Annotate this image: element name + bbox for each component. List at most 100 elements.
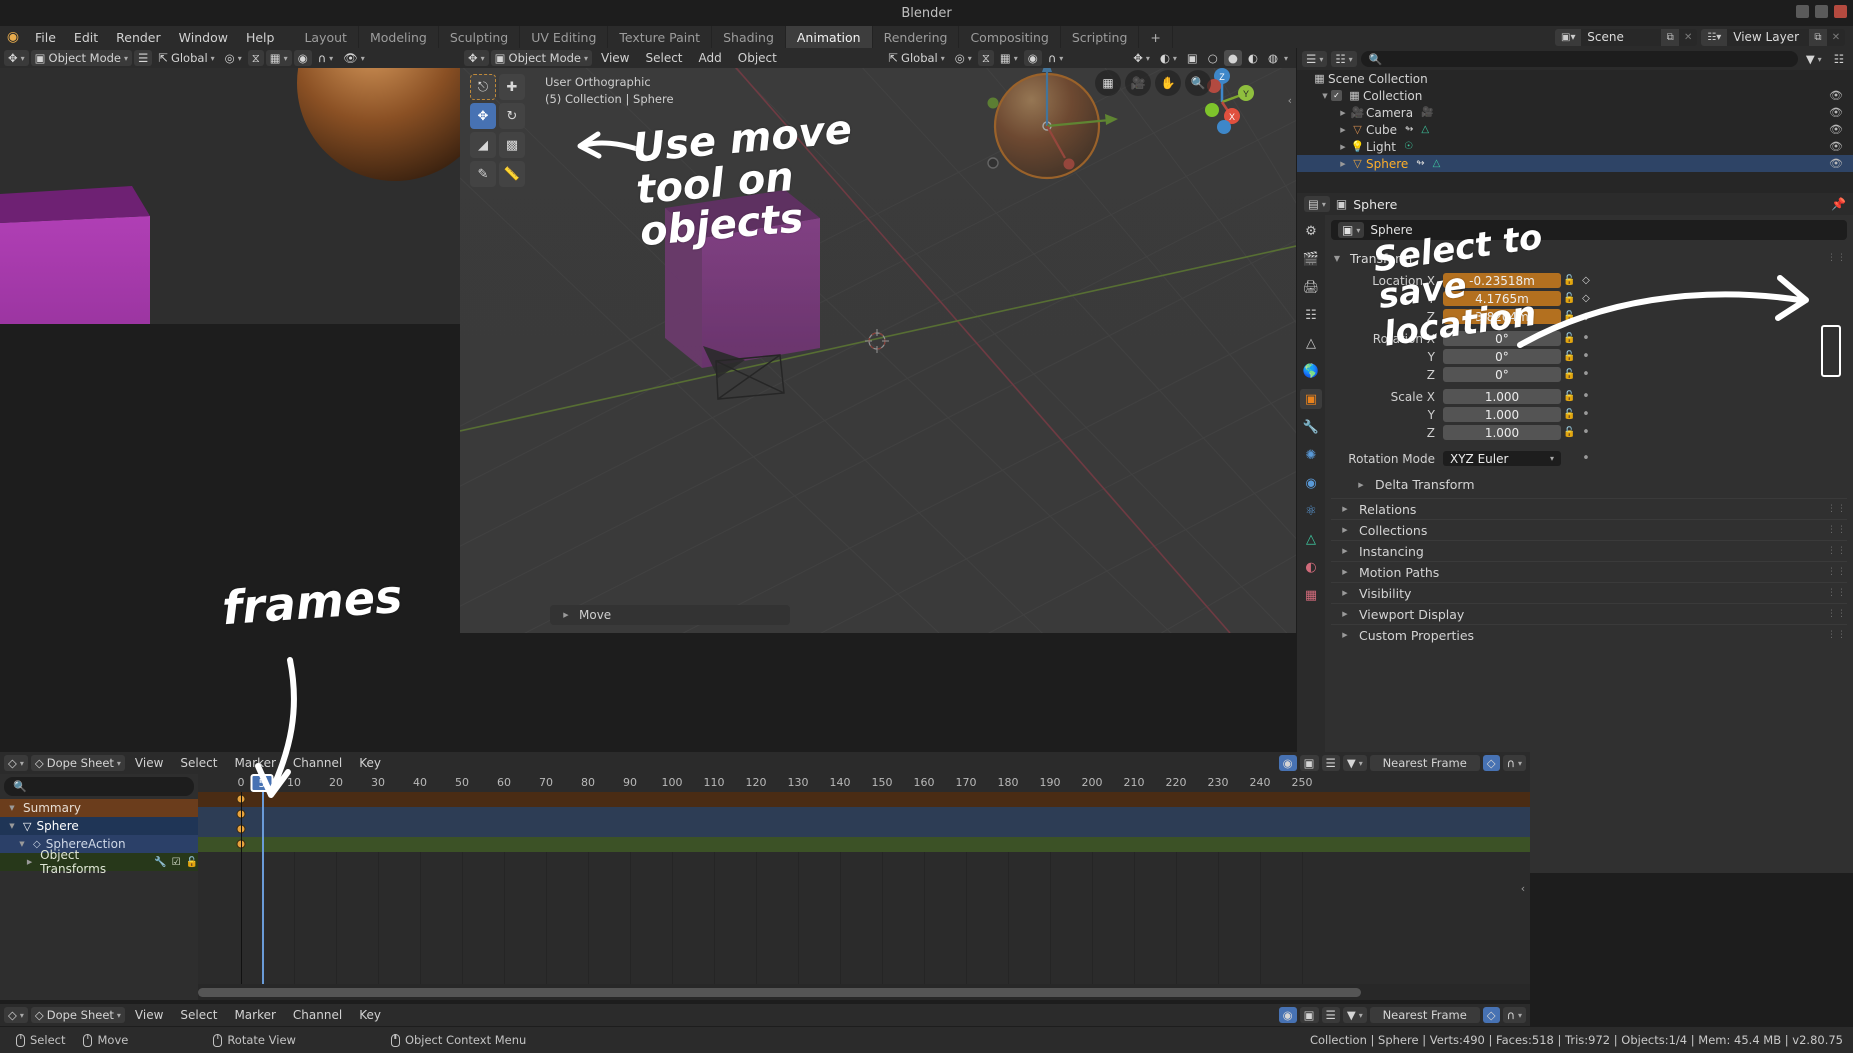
keyframe-row-object-transforms[interactable] xyxy=(198,837,1530,852)
chevron-right-icon[interactable]: ▶ xyxy=(1337,143,1349,151)
dopesheet2-menu-view[interactable]: View xyxy=(128,1008,170,1022)
outliner-display-mode-icon[interactable]: ☷ ▾ xyxy=(1331,51,1357,67)
lock-icon[interactable]: 🔓 xyxy=(1561,351,1578,362)
field-value[interactable]: 0° xyxy=(1443,349,1561,364)
new-collection-icon[interactable]: ☷ xyxy=(1830,51,1848,67)
field-rotation-mode[interactable]: Rotation Mode XYZ Euler ▾ 🔓 • xyxy=(1331,449,1847,468)
gizmo-icon[interactable]: ✥ ▾ xyxy=(1129,50,1154,66)
camera-data-icon[interactable]: 🎥 xyxy=(1421,107,1433,118)
drag-handle-icon[interactable]: ⋮⋮ xyxy=(1827,588,1847,598)
keyframe-dot-icon[interactable]: • xyxy=(1578,452,1594,465)
properties-tab-data[interactable]: △ xyxy=(1300,529,1322,549)
tool-measure[interactable]: 📏 xyxy=(499,161,525,187)
transform-panel-header[interactable]: ▼ Transform ⋮⋮ xyxy=(1331,248,1847,268)
dopesheet-menu-channel[interactable]: Channel xyxy=(286,756,349,770)
viewlayer-selector[interactable]: ☷▾ View Layer ⧉ ✕ xyxy=(1701,28,1845,46)
left-mode-selector[interactable]: ▣ Object Mode ▾ xyxy=(30,50,132,66)
field-location-y[interactable]: Y 4.1765m 🔓 ◇ xyxy=(1331,290,1847,307)
drag-handle-icon[interactable]: ⋮⋮ xyxy=(1827,609,1847,619)
dopesheet-mode-selector[interactable]: ◇ Dope Sheet ▾ xyxy=(30,755,125,771)
dopesheet2-only-selected-icon[interactable]: ▣ xyxy=(1299,1007,1319,1023)
mesh-data-icon[interactable]: △ xyxy=(1421,124,1429,135)
grid-overlay-icon[interactable]: ▦ xyxy=(1095,70,1121,96)
properties-tab-constraints[interactable]: ⚛ xyxy=(1300,501,1322,521)
outliner-row-collection[interactable]: ▼ ✓ ▦ Collection 👁 xyxy=(1297,87,1853,104)
chevron-down-icon[interactable]: ▼ xyxy=(16,840,28,848)
blender-logo-icon[interactable]: ◉ xyxy=(0,29,26,45)
drag-handle-icon[interactable]: ⋮⋮ xyxy=(1827,504,1847,514)
dope-sheet-keyframe-area[interactable]: ‹ xyxy=(198,792,1530,984)
mesh-data-icon[interactable]: △ xyxy=(1433,158,1441,169)
properties-tab-modifiers[interactable]: 🔧 xyxy=(1300,417,1322,437)
keyframe-dot-icon[interactable]: • xyxy=(1578,368,1594,381)
left-preview-viewport[interactable] xyxy=(0,68,460,486)
properties-tab-object[interactable]: ▣ xyxy=(1300,389,1322,409)
channel-lock-icon[interactable]: 🔓 xyxy=(186,857,198,868)
drag-handle-icon[interactable]: ⋮⋮ xyxy=(1827,253,1847,263)
dopesheet-menu-select[interactable]: Select xyxy=(173,756,224,770)
properties-tab-tool[interactable]: ⚙ xyxy=(1300,221,1322,241)
magnet-icon[interactable]: ⧖ xyxy=(247,50,264,66)
chevron-down-icon[interactable]: ▼ xyxy=(1319,92,1331,100)
close-button[interactable] xyxy=(1834,5,1847,18)
chevron-right-icon[interactable]: ▶ xyxy=(24,858,35,866)
tab-uv-editing[interactable]: UV Editing xyxy=(520,26,609,48)
panel-viewport-display[interactable]: ▶ Viewport Display ⋮⋮ xyxy=(1331,603,1847,624)
properties-tab-view-layer[interactable]: ☷ xyxy=(1300,305,1322,325)
outliner-row-sphere[interactable]: ▶ ▽ Sphere ↬ △ 👁 xyxy=(1297,155,1853,172)
field-rotation-y[interactable]: Y 0° 🔓 • xyxy=(1331,348,1847,365)
new-scene-button[interactable]: ⧉ xyxy=(1661,28,1680,46)
viewport-proportional-edit-icon[interactable]: ◉ xyxy=(1023,50,1042,66)
operator-panel[interactable]: ▶ Move xyxy=(550,605,790,625)
new-layer-button[interactable]: ⧉ xyxy=(1809,28,1827,46)
field-location-z[interactable]: Z 3.8204m 🔓 ◇ xyxy=(1331,308,1847,325)
shading-material-preview-icon[interactable]: ◐ xyxy=(1244,50,1262,66)
panel-custom-properties[interactable]: ▶ Custom Properties ⋮⋮ xyxy=(1331,624,1847,645)
dopesheet-show-hidden-icon[interactable]: ☰ xyxy=(1321,755,1340,771)
modifier-icon[interactable]: 🔧 xyxy=(154,857,166,868)
visibility-eye-icon[interactable]: 👁 xyxy=(1829,157,1843,170)
outliner-editor-type-icon[interactable]: ☰ ▾ xyxy=(1302,51,1328,67)
panel-delta-transform[interactable]: ▶ Delta Transform xyxy=(1331,475,1847,494)
channel-sphere[interactable]: ▼ ▽ Sphere xyxy=(0,817,198,835)
viewport-canvas[interactable]: User Orthographic (5) Collection | Spher… xyxy=(460,48,1296,633)
dopesheet-proportional-icon[interactable]: ◉ xyxy=(1278,755,1297,771)
zoom-magnifier-icon[interactable]: 🔍 xyxy=(1185,70,1211,96)
snap-increment-icon[interactable]: ▦ ▾ xyxy=(265,50,292,66)
camera-view-icon[interactable]: 🎥 xyxy=(1125,70,1151,96)
viewport-mode-selector[interactable]: ▣ Object Mode ▾ xyxy=(490,50,592,66)
tab-animation[interactable]: Animation xyxy=(785,26,873,48)
shading-dropdown-chevron-icon[interactable]: ▾ xyxy=(1284,54,1292,63)
tab-shading[interactable]: Shading xyxy=(712,26,786,48)
outliner-row-camera[interactable]: ▶ 🎥 Camera 🎥 👁 xyxy=(1297,104,1853,121)
drag-handle-icon[interactable]: ⋮⋮ xyxy=(1827,546,1847,556)
field-rotation-x[interactable]: Rotation X 0° 🔓 • xyxy=(1331,330,1847,347)
collection-checkbox[interactable]: ✓ xyxy=(1331,90,1342,101)
keyframe-diamond-icon[interactable]: ◇ xyxy=(1578,293,1594,304)
tool-tweak-select[interactable]: ⎋ xyxy=(470,74,496,100)
dopesheet-snap-dropdown[interactable]: Nearest Frame xyxy=(1369,755,1480,771)
drag-handle-icon[interactable]: ⋮⋮ xyxy=(1827,525,1847,535)
panel-relations[interactable]: ▶ Relations ⋮⋮ xyxy=(1331,498,1847,519)
light-data-icon[interactable]: ☉ xyxy=(1404,141,1413,152)
chevron-right-icon[interactable]: ▶ xyxy=(1337,160,1349,168)
tab-add-workspace[interactable]: + xyxy=(1139,26,1173,48)
window-buttons[interactable] xyxy=(1796,5,1847,18)
current-frame-indicator[interactable]: 5 xyxy=(250,774,274,792)
field-value[interactable]: 4.1765m xyxy=(1443,291,1561,306)
object-id-row[interactable]: ▣ ▾ Sphere xyxy=(1331,220,1847,240)
dopesheet-handle-type-icon[interactable]: ∩ ▾ xyxy=(1502,755,1526,771)
filter-icon[interactable]: ▼ ▾ xyxy=(1802,51,1826,67)
animation-icon[interactable]: ↬ xyxy=(1416,158,1424,169)
field-scale-y[interactable]: Y 1.000 🔓 • xyxy=(1331,406,1847,423)
field-scale-z[interactable]: Z 1.000 🔓 • xyxy=(1331,424,1847,441)
channel-enable-checkbox[interactable]: ☑ xyxy=(172,857,181,868)
panel-motion-paths[interactable]: ▶ Motion Paths ⋮⋮ xyxy=(1331,561,1847,582)
maximize-button[interactable] xyxy=(1815,5,1828,18)
menu-file[interactable]: File xyxy=(26,28,65,47)
falloff-curve-icon[interactable]: ∩ ▾ xyxy=(314,50,337,66)
object-id-name[interactable]: Sphere xyxy=(1370,223,1412,237)
dopesheet2-menu-select[interactable]: Select xyxy=(173,1008,224,1022)
viewport-editor-type-icon[interactable]: ✥ ▾ xyxy=(464,50,489,66)
chevron-down-icon[interactable]: ▼ xyxy=(6,804,18,812)
